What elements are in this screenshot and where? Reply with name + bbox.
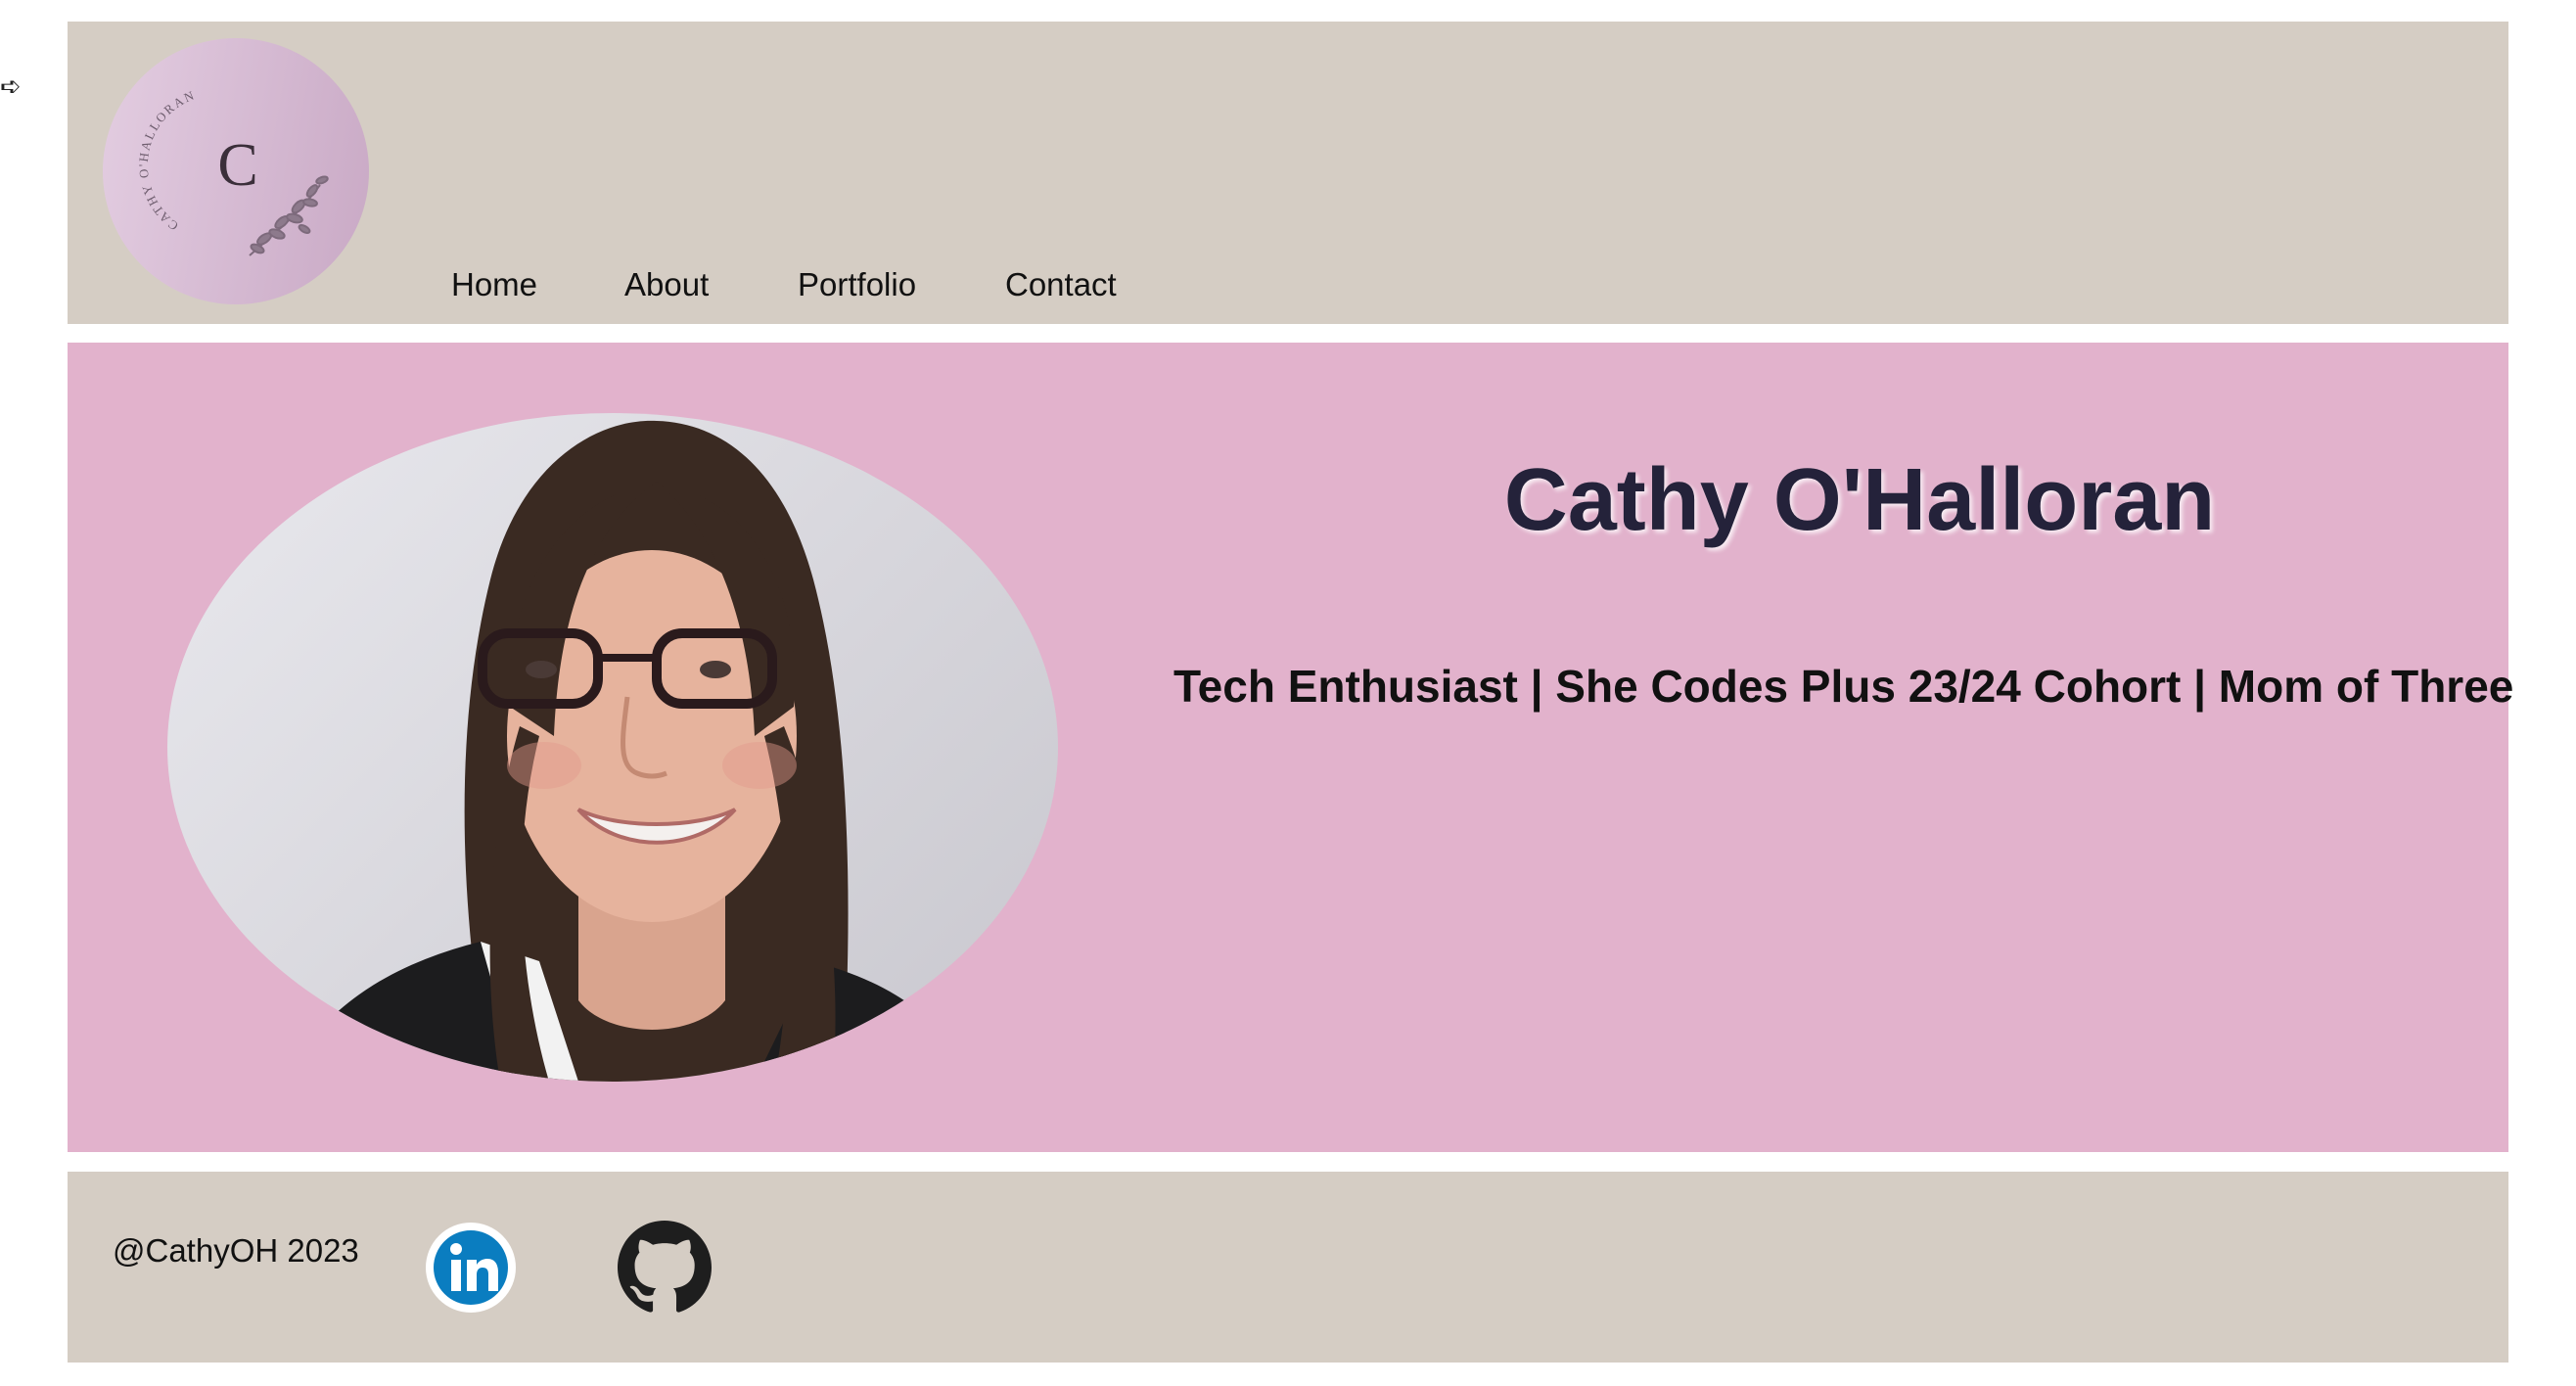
portrait-icon	[285, 420, 970, 1082]
linkedin-icon	[426, 1223, 516, 1313]
nav-home[interactable]: Home	[451, 266, 537, 303]
github-icon	[618, 1221, 712, 1313]
hero-tagline: Tech Enthusiast | She Codes Plus 23/24 C…	[1173, 661, 2514, 712]
logo[interactable]: CATHY O'HALLORAN C	[103, 38, 369, 304]
nav-contact[interactable]: Contact	[1005, 266, 1117, 303]
logo-letter: C	[217, 132, 257, 199]
nav-about[interactable]: About	[624, 266, 709, 303]
profile-photo	[167, 413, 1058, 1082]
linkedin-link[interactable]	[426, 1223, 516, 1317]
hero-section: Cathy O'Halloran Tech Enthusiast | She C…	[68, 343, 2514, 1152]
nav-portfolio[interactable]: Portfolio	[798, 266, 916, 303]
logo-graphic: CATHY O'HALLORAN C	[136, 87, 329, 256]
leaf-sprig-icon	[249, 175, 329, 256]
copyright-text: @CathyOH 2023	[113, 1232, 359, 1269]
site-header: CATHY O'HALLORAN C Home About Portfolio …	[68, 22, 2508, 324]
hero-name: Cathy O'Halloran	[1503, 451, 2216, 549]
cursor-icon: ➪	[0, 72, 22, 102]
github-link[interactable]	[618, 1221, 712, 1319]
logo-ring-text: CATHY O'HALLORAN	[136, 87, 196, 234]
site-footer: @CathyOH 2023	[68, 1172, 2508, 1363]
svg-text:CATHY O'HALLORAN: CATHY O'HALLORAN	[136, 87, 198, 234]
